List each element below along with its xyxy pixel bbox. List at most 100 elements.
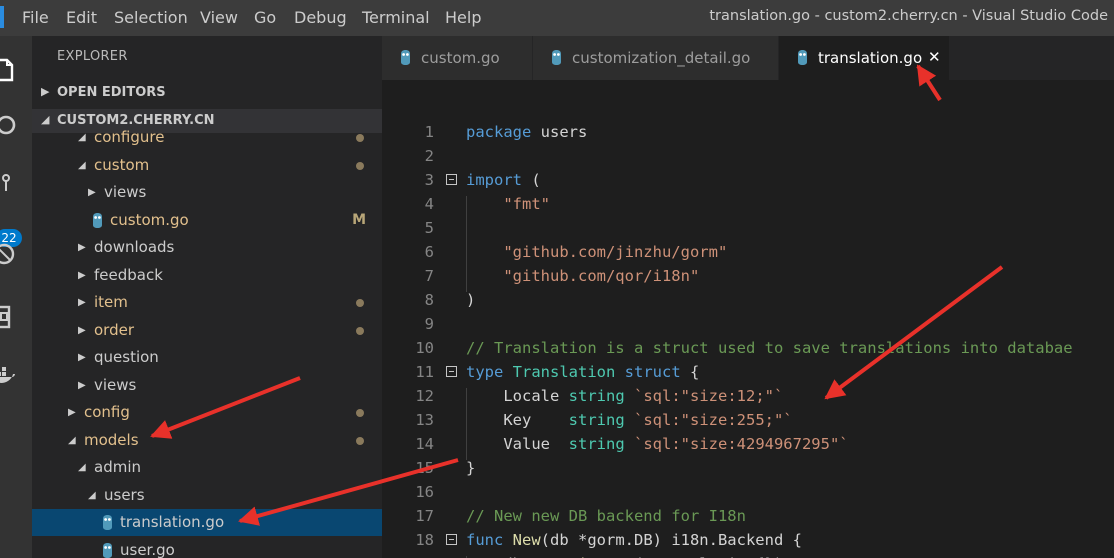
vscode-logo-icon xyxy=(0,6,4,28)
menu-debug[interactable]: Debug xyxy=(294,8,347,27)
code-line[interactable]: 3 import ( xyxy=(382,168,1114,192)
code-text: Locale string `sql:"size:12;"` xyxy=(466,387,784,405)
open-editors-header[interactable]: ▶ OPEN EDITORS xyxy=(32,81,382,105)
line-number: 7 xyxy=(424,267,434,285)
code-line[interactable]: 13 Key string `sql:"size:255;"` xyxy=(382,408,1114,432)
tree-item-label: configure xyxy=(94,128,165,146)
code-line[interactable]: 11 type Translation struct { xyxy=(382,360,1114,384)
tree-item-label: views xyxy=(104,183,147,201)
tree-folder-row[interactable]: ◢ admin xyxy=(32,454,382,481)
code-line[interactable]: 6 "github.com/jinzhu/gorm" xyxy=(382,240,1114,264)
code-line[interactable]: 5 xyxy=(382,216,1114,240)
tab-customization-detail-go[interactable]: customization_detail.go xyxy=(533,36,779,80)
extensions-icon[interactable] xyxy=(0,304,16,329)
explorer-sidebar: EXPLORER ▶ OPEN EDITORS ◢ CUSTOM2.CHERRY… xyxy=(32,36,382,558)
chevron-right-icon: ▶ xyxy=(68,407,76,418)
code-text: db.AutoMigrate(&Translation{}) xyxy=(466,552,783,558)
code-line[interactable]: 8) xyxy=(382,288,1114,312)
code-line[interactable]: 19 db.AutoMigrate(&Translation{}) xyxy=(382,552,1114,558)
code-line[interactable]: 1 package users xyxy=(382,120,1114,144)
code-text: "fmt" xyxy=(503,195,550,213)
code-editor[interactable]: 1 package users 2 3 import (4 "fmt" 5 6 "githu… xyxy=(382,80,1114,558)
modified-dot xyxy=(356,299,364,307)
tree-item-label: order xyxy=(94,320,134,339)
window-title: translation.go - custom2.cherry.cn - Vis… xyxy=(709,8,1108,24)
source-control-icon[interactable] xyxy=(0,172,16,194)
tree-folder-row[interactable]: ▶ views xyxy=(32,179,382,206)
menu-edit[interactable]: Edit xyxy=(66,8,97,27)
tree-folder-row[interactable]: ◢ users xyxy=(32,482,382,509)
chevron-down-icon: ◢ xyxy=(78,132,86,143)
code-text: "github.com/qor/i18n" xyxy=(503,267,700,285)
tree-file-row[interactable]: custom.go M xyxy=(32,207,382,234)
debug-icon[interactable] xyxy=(0,242,16,265)
menu-go[interactable]: Go xyxy=(254,8,276,27)
code-text: "github.com/jinzhu/gorm" xyxy=(503,243,728,261)
modified-dot xyxy=(356,161,364,170)
search-icon[interactable] xyxy=(0,114,16,136)
code-text: } xyxy=(466,459,476,477)
line-number: 8 xyxy=(424,291,434,309)
code-text: import ( xyxy=(466,171,541,189)
line-number: 4 xyxy=(424,195,434,213)
code-line[interactable]: 10 // Translation is a struct used to sav… xyxy=(382,336,1114,360)
tree-item-label: custom xyxy=(94,155,150,174)
code-text: // New new DB backend for I18n xyxy=(466,507,746,525)
tree-item-label: downloads xyxy=(94,238,175,256)
menu-selection[interactable]: Selection xyxy=(114,8,188,27)
line-number: 6 xyxy=(424,243,434,261)
tree-folder-row[interactable]: ▶ order xyxy=(32,317,382,344)
explorer-title: EXPLORER xyxy=(57,49,128,64)
docker-icon[interactable] xyxy=(0,366,16,388)
line-number: 14 xyxy=(415,435,434,453)
explorer-icon[interactable] xyxy=(0,56,16,82)
fold-icon[interactable] xyxy=(446,534,457,545)
menu-view[interactable]: View xyxy=(200,8,238,27)
line-number: 17 xyxy=(415,507,434,525)
tree-file-row[interactable]: user.go xyxy=(32,537,382,558)
tree-item-label: admin xyxy=(94,458,141,476)
line-number: 16 xyxy=(415,483,434,501)
tab-translation-go[interactable]: translation.go ✕ xyxy=(779,36,950,80)
tree-folder-row[interactable]: ▶ item xyxy=(32,289,382,316)
modified-dot xyxy=(356,326,364,335)
tab-custom-go[interactable]: custom.go xyxy=(382,36,533,80)
code-line[interactable]: 2 xyxy=(382,144,1114,168)
tree-folder-row[interactable]: ◢ configure xyxy=(32,124,382,151)
line-number: 5 xyxy=(424,219,434,237)
tree-file-row[interactable]: translation.go xyxy=(32,509,382,536)
code-line[interactable]: 12 Locale string `sql:"size:12;"` xyxy=(382,384,1114,408)
code-line[interactable]: 7 "github.com/qor/i18n" xyxy=(382,264,1114,288)
tree-item-label: users xyxy=(104,485,145,504)
line-number: 11 xyxy=(415,363,434,381)
tree-folder-row[interactable]: ▶ config xyxy=(32,399,382,426)
code-text: type Translation struct { xyxy=(466,363,700,381)
chevron-right-icon: ▶ xyxy=(78,297,86,308)
code-line[interactable]: 18 func New(db *gorm.DB) i18n.Backend { xyxy=(382,528,1114,552)
menu-help[interactable]: Help xyxy=(445,8,481,27)
fold-icon[interactable] xyxy=(446,366,457,377)
go-file-icon xyxy=(103,515,112,530)
tree-folder-row[interactable]: ▶ feedback xyxy=(32,262,382,289)
code-line[interactable]: 4 "fmt" xyxy=(382,192,1114,216)
menu-file[interactable]: File xyxy=(22,8,49,27)
code-line[interactable]: 15} xyxy=(382,456,1114,480)
menu-terminal[interactable]: Terminal xyxy=(362,8,430,27)
line-number: 15 xyxy=(415,459,434,477)
line-number: 19 xyxy=(402,552,434,558)
code-line[interactable]: 14 Value string `sql:"size:4294967295"` xyxy=(382,432,1114,456)
line-number: 13 xyxy=(415,411,434,429)
tree-folder-row[interactable]: ▶ question xyxy=(32,344,382,371)
fold-icon[interactable] xyxy=(446,174,457,185)
tree-folder-row[interactable]: ▶ views xyxy=(32,372,382,399)
code-text: Value string `sql:"size:4294967295"` xyxy=(466,435,849,453)
code-line[interactable]: 9 xyxy=(382,312,1114,336)
close-icon[interactable]: ✕ xyxy=(928,48,941,66)
tree-folder-row[interactable]: ▶ downloads xyxy=(32,234,382,261)
code-line[interactable]: 17 // New new DB backend for I18n xyxy=(382,504,1114,528)
line-number: 12 xyxy=(415,387,434,405)
tree-item-label: custom.go xyxy=(110,210,189,229)
code-line[interactable]: 16 xyxy=(382,480,1114,504)
tree-folder-row[interactable]: ◢ models xyxy=(32,427,382,454)
tree-folder-row[interactable]: ◢ custom xyxy=(32,152,382,179)
